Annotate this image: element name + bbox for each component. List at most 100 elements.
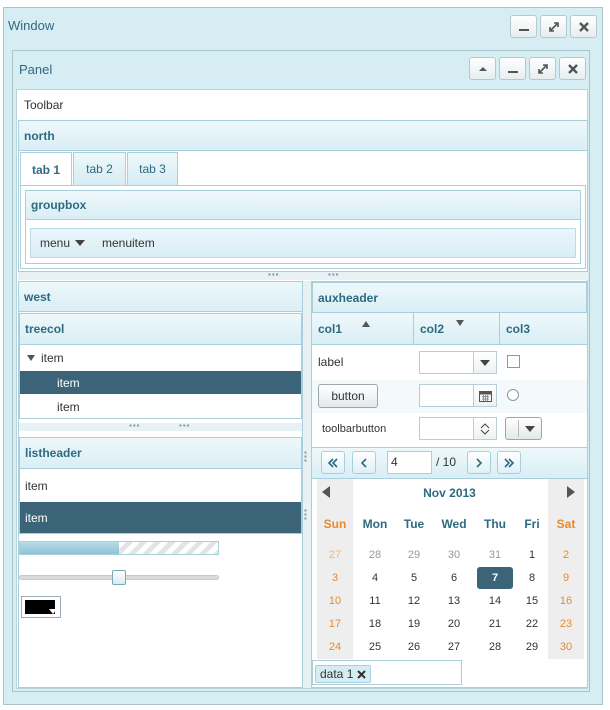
panel-close-button[interactable] bbox=[559, 57, 586, 80]
chip-label: data 1 bbox=[320, 667, 354, 681]
calendar-day[interactable]: 15 bbox=[514, 590, 550, 612]
panel-maximize-button[interactable] bbox=[529, 57, 556, 80]
calendar-day[interactable]: 27 bbox=[436, 636, 472, 658]
calendar-day[interactable]: 20 bbox=[436, 613, 472, 635]
paging-prev-button[interactable] bbox=[352, 451, 376, 474]
calendar-day[interactable]: 30 bbox=[548, 636, 584, 658]
datebox[interactable] bbox=[419, 384, 497, 407]
paging-page-input[interactable]: 4 bbox=[387, 451, 432, 474]
calendar-day[interactable]: 18 bbox=[357, 613, 393, 635]
calendar-day[interactable]: 6 bbox=[436, 567, 472, 589]
paging-last-button[interactable] bbox=[497, 451, 521, 474]
tree-row[interactable]: item bbox=[20, 395, 301, 418]
column-col2[interactable]: col2 bbox=[414, 313, 500, 345]
calendar-day[interactable]: 21 bbox=[477, 613, 513, 635]
sort-ascending-icon bbox=[362, 321, 370, 327]
calendar-day[interactable]: 9 bbox=[548, 567, 584, 589]
calendar-day[interactable]: 26 bbox=[396, 636, 432, 658]
calendar-day[interactable]: 23 bbox=[548, 613, 584, 635]
calendar-weekday: Sun bbox=[323, 517, 347, 531]
tab-3[interactable]: tab 3 bbox=[127, 152, 178, 185]
slider-track[interactable] bbox=[19, 570, 219, 585]
double-chevron-right-icon bbox=[504, 457, 515, 468]
calendar-day[interactable]: 3 bbox=[317, 567, 353, 589]
calendar-day[interactable]: 5 bbox=[396, 567, 432, 589]
calendar-next-month-button[interactable] bbox=[567, 486, 575, 501]
calendar-day[interactable]: 16 bbox=[548, 590, 584, 612]
calendar-day[interactable]: 28 bbox=[357, 544, 393, 566]
paging-first-button[interactable] bbox=[321, 451, 345, 474]
column-col1[interactable]: col1 bbox=[312, 313, 414, 345]
chevron-down-icon bbox=[480, 429, 490, 435]
splitter-grip-icon: ▪▪▪ bbox=[179, 421, 191, 430]
calendar-day[interactable]: 14 bbox=[477, 590, 513, 612]
chosenbox-chip[interactable]: data 1 bbox=[315, 665, 372, 683]
datebox-calendar-button[interactable] bbox=[473, 385, 496, 406]
list-header[interactable]: listheader bbox=[20, 438, 301, 469]
splitter-grip-icon: ▪▪▪ bbox=[328, 270, 340, 279]
calendar-day[interactable]: 12 bbox=[396, 590, 432, 612]
grid-button[interactable]: button bbox=[318, 384, 378, 408]
tab-2[interactable]: tab 2 bbox=[73, 152, 126, 185]
checkbox[interactable] bbox=[507, 355, 520, 368]
radio-button[interactable] bbox=[507, 389, 519, 401]
combobox[interactable] bbox=[419, 351, 497, 374]
menuitem[interactable]: menuitem bbox=[102, 236, 155, 250]
combobox-dropdown-button[interactable] bbox=[473, 352, 496, 373]
calendar-day[interactable]: 28 bbox=[477, 636, 513, 658]
listheader-label: listheader bbox=[25, 446, 82, 460]
tree-row-selected[interactable]: item bbox=[20, 371, 301, 394]
slider-thumb[interactable] bbox=[112, 570, 126, 585]
calendar-day[interactable]: 13 bbox=[436, 590, 472, 612]
progressmeter bbox=[19, 541, 219, 555]
window-close-button[interactable] bbox=[570, 15, 597, 38]
list-item-label: item bbox=[25, 479, 48, 493]
calendar-day[interactable]: 29 bbox=[514, 636, 550, 658]
calendar-day[interactable]: 19 bbox=[396, 613, 432, 635]
calendar-day[interactable]: 1 bbox=[514, 544, 550, 566]
calendar-day[interactable]: 17 bbox=[317, 613, 353, 635]
close-icon[interactable] bbox=[357, 669, 367, 679]
calendar-day[interactable]: 8 bbox=[514, 567, 550, 589]
calendar-day[interactable]: 2 bbox=[548, 544, 584, 566]
spinner-buttons[interactable] bbox=[473, 418, 496, 439]
west-center-splitter[interactable]: ▪ ▪ ▪ ▪ ▪ ▪ bbox=[303, 281, 311, 688]
calendar-title[interactable]: Nov 2013 bbox=[312, 486, 587, 500]
tree-row[interactable]: item bbox=[20, 346, 301, 370]
panel-minimize-button[interactable] bbox=[499, 57, 526, 80]
calendar-day[interactable]: 30 bbox=[436, 544, 472, 566]
calendar-day[interactable]: 22 bbox=[514, 613, 550, 635]
panel-collapse-button[interactable] bbox=[469, 57, 496, 80]
calendar-day[interactable]: 31 bbox=[477, 544, 513, 566]
toolbarbutton[interactable]: toolbarbutton bbox=[322, 423, 386, 435]
tree-item-label: item bbox=[41, 351, 64, 365]
calendar-day[interactable]: 4 bbox=[357, 567, 393, 589]
calendar-day[interactable]: 24 bbox=[317, 636, 353, 658]
calendar-icon bbox=[478, 390, 492, 402]
west-splitter[interactable]: ▪▪▪ ▪▪▪ bbox=[19, 421, 302, 431]
calendar-day-selected[interactable]: 7 bbox=[477, 567, 513, 589]
panel-title: Panel bbox=[19, 62, 53, 77]
north-splitter[interactable]: ▪▪▪ ▪▪▪ bbox=[18, 270, 588, 280]
column-col3[interactable]: col3 bbox=[500, 313, 587, 345]
close-icon bbox=[578, 21, 589, 32]
tree-column-header[interactable]: treecol bbox=[20, 314, 301, 345]
paging-next-button[interactable] bbox=[467, 451, 491, 474]
combobutton[interactable] bbox=[505, 417, 542, 440]
window-minimize-button[interactable] bbox=[510, 15, 537, 38]
calendar-day[interactable]: 25 bbox=[357, 636, 393, 658]
tab-1[interactable]: tab 1 bbox=[20, 152, 72, 186]
calendar-day[interactable]: 10 bbox=[317, 590, 353, 612]
list-item-label: item bbox=[25, 510, 48, 525]
window-maximize-button[interactable] bbox=[540, 15, 567, 38]
colorbox[interactable] bbox=[21, 596, 61, 618]
splitter-grip-icon: ▪▪▪ bbox=[304, 448, 307, 465]
calendar-day[interactable]: 27 bbox=[317, 544, 353, 566]
list-item-selected[interactable]: item bbox=[20, 502, 301, 533]
maximize-icon bbox=[548, 21, 559, 32]
calendar-day[interactable]: 29 bbox=[396, 544, 432, 566]
list-item[interactable]: item bbox=[20, 470, 301, 502]
calendar-day[interactable]: 11 bbox=[357, 590, 393, 612]
spinner[interactable] bbox=[419, 417, 497, 440]
menu[interactable]: menu bbox=[40, 236, 86, 250]
